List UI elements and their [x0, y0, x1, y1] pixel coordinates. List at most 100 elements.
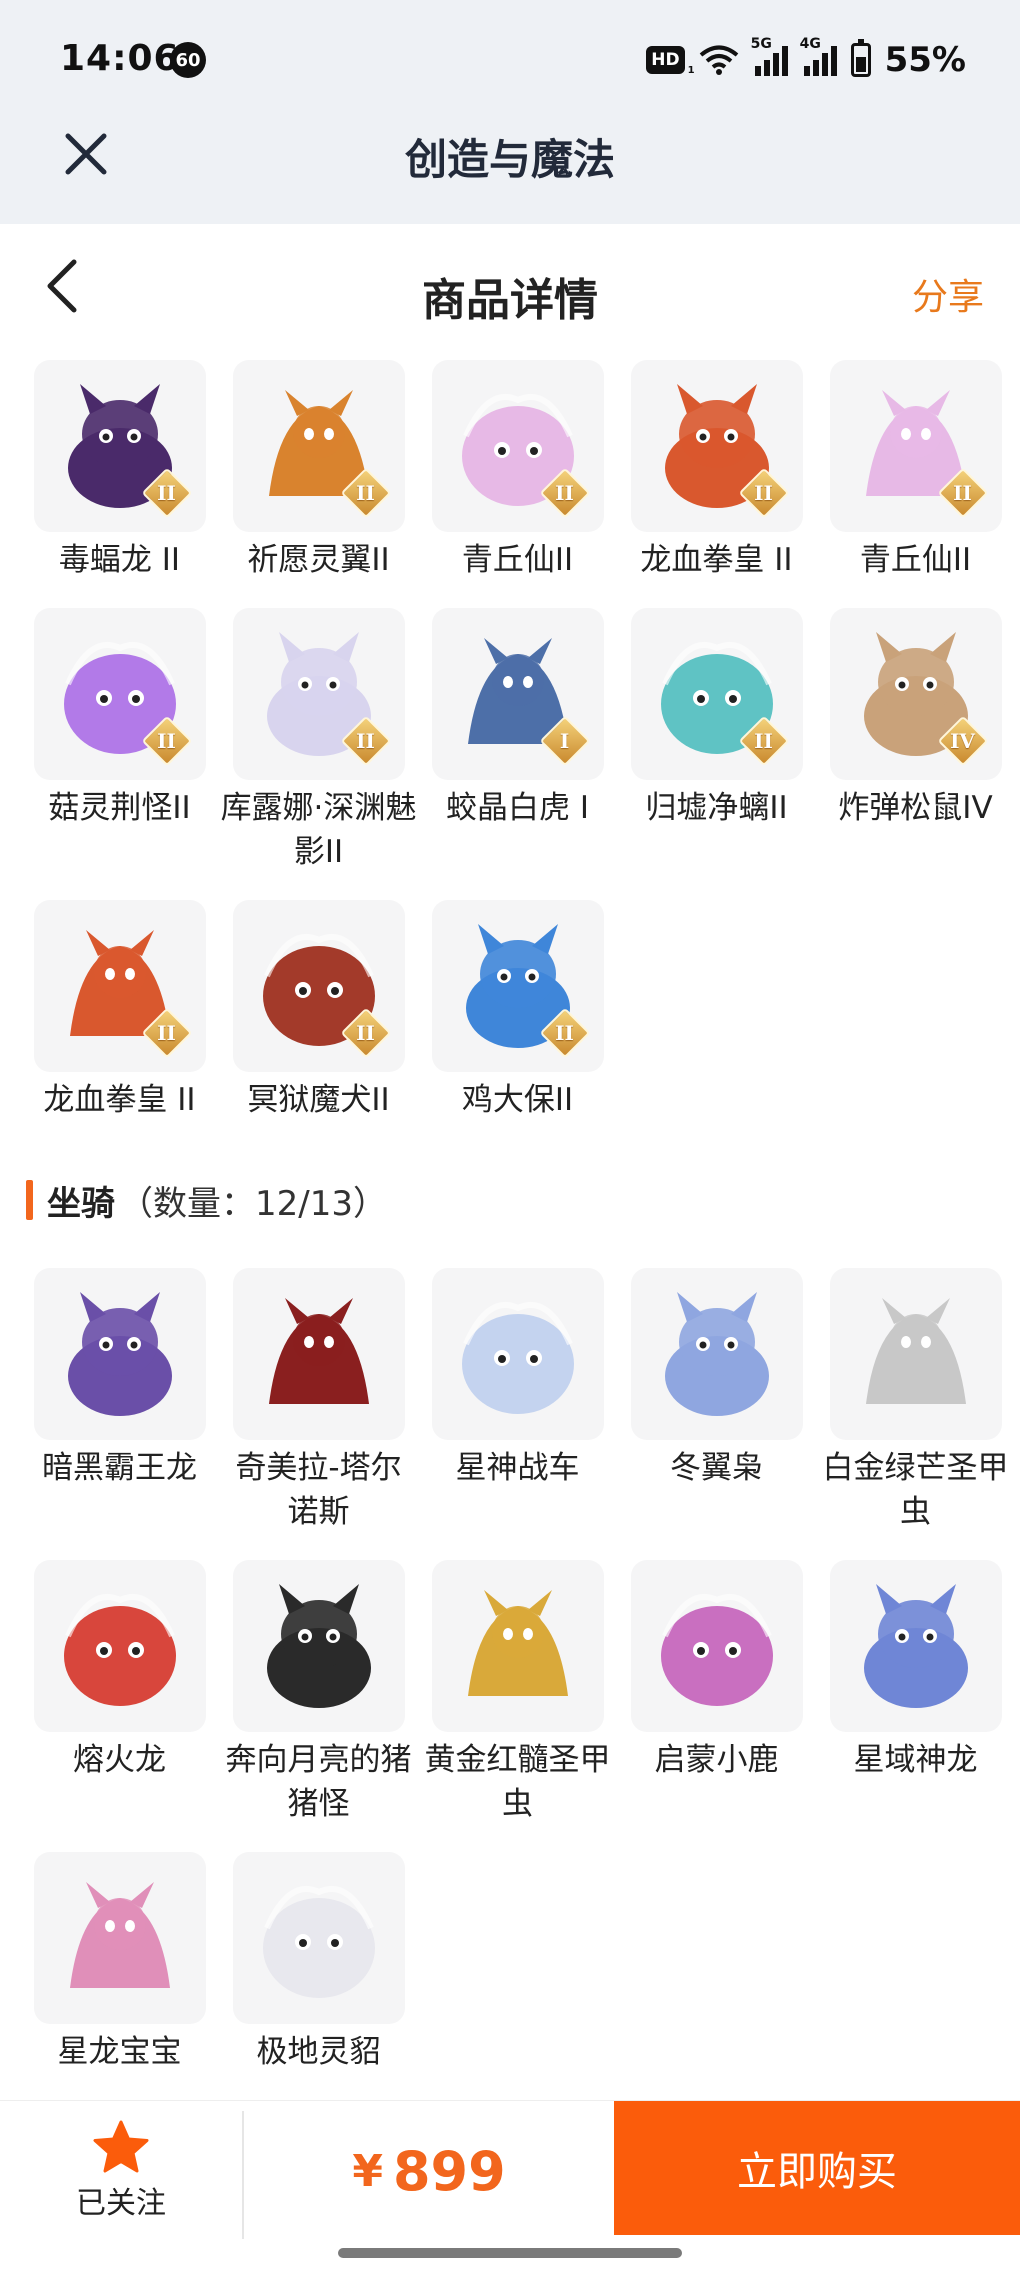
mount-item[interactable]: 冬翼枭	[617, 1268, 816, 1534]
creature-image	[268, 1298, 369, 1404]
pet-item[interactable]: II 毒蝠龙 II	[20, 360, 219, 582]
pet-item[interactable]: II 冥狱魔犬II	[219, 900, 418, 1122]
pet-thumbnail: II	[630, 608, 803, 780]
mount-item[interactable]: 白金绿芒圣甲虫	[816, 1268, 1015, 1534]
mount-label: 黄金红髓圣甲虫	[424, 1742, 611, 1822]
pet-label: 库露娜·深渊魅影II	[220, 790, 417, 870]
pet-item[interactable]: II 青丘仙II	[816, 360, 1015, 582]
mount-label: 星神战车	[455, 1450, 580, 1486]
mount-item[interactable]: 星神战车	[418, 1268, 617, 1534]
pet-label: 毒蝠龙 II	[58, 542, 181, 578]
hd-icon: HD 1	[646, 46, 695, 76]
section-title: 坐骑	[47, 1183, 115, 1224]
mount-thumbnail	[33, 1852, 206, 2024]
tier-badge: II	[141, 715, 192, 767]
pet-item[interactable]: II 归墟净螭II	[617, 608, 816, 874]
pet-item[interactable]: II 库露娜·深渊魅影II	[219, 608, 418, 874]
pet-item[interactable]: II 鸡大保II	[418, 900, 617, 1122]
mount-label: 启蒙小鹿	[654, 1742, 779, 1778]
pet-thumbnail: II	[33, 608, 206, 780]
tier-badge: II	[340, 715, 391, 767]
pet-thumbnail: I	[431, 608, 604, 780]
tier-badge: II	[539, 1007, 590, 1059]
battery-percent: 55%	[884, 40, 966, 80]
pet-item[interactable]: II 龙血拳皇 II	[617, 360, 816, 582]
pet-label: 祈愿灵翼II	[247, 542, 390, 578]
creature-image	[461, 1301, 574, 1414]
creature-image	[660, 1593, 773, 1706]
top-zone: 14:06 60 HD 1 5G 4G 55% 创造与魔法	[0, 0, 1020, 224]
share-button[interactable]: 分享	[912, 268, 984, 320]
pet-item[interactable]: I 蛟晶白虎 I	[418, 608, 617, 874]
pet-item[interactable]: II 龙血拳皇 II	[20, 900, 219, 1122]
pet-label: 青丘仙II	[461, 542, 574, 578]
mount-thumbnail	[232, 1268, 405, 1440]
mount-thumbnail	[232, 1852, 405, 2024]
follow-button[interactable]: 已关注	[0, 2101, 242, 2241]
pet-thumbnail: II	[431, 900, 604, 1072]
mount-item[interactable]: 奔向月亮的猪猪怪	[219, 1560, 418, 1826]
pet-item[interactable]: II 青丘仙II	[418, 360, 617, 582]
mount-item[interactable]: 熔火龙	[20, 1560, 219, 1826]
mount-label: 奇美拉-塔尔诺斯	[235, 1450, 402, 1530]
mount-item[interactable]: 启蒙小鹿	[617, 1560, 816, 1826]
pet-item[interactable]: II 祈愿灵翼II	[219, 360, 418, 582]
mount-label: 奔向月亮的猪猪怪	[225, 1742, 412, 1822]
pet-thumbnail: II	[232, 360, 405, 532]
pet-thumbnail: II	[33, 900, 206, 1072]
pet-label: 龙血拳皇 II	[640, 542, 793, 578]
mount-item[interactable]: 星域神龙	[816, 1560, 1015, 1826]
mount-label: 星域神龙	[853, 1742, 978, 1778]
app-title: 创造与魔法	[404, 135, 615, 184]
pet-thumbnail: II	[829, 360, 1002, 532]
system-icons: HD 1 5G 4G 55%	[646, 36, 966, 82]
creature-image	[467, 1590, 568, 1696]
mount-label: 白金绿芒圣甲虫	[822, 1450, 1009, 1530]
pet-label: 归墟净螭II	[645, 790, 788, 826]
creature-image	[63, 1593, 176, 1706]
mount-item[interactable]: 黄金红髓圣甲虫	[418, 1560, 617, 1826]
pet-thumbnail: II	[33, 360, 206, 532]
mount-label: 极地灵貂	[256, 2034, 381, 2070]
page-title: 商品详情	[422, 275, 598, 326]
status-time: 14:06	[60, 38, 180, 79]
pet-thumbnail: II	[232, 900, 405, 1072]
tier-badge: II	[141, 467, 192, 519]
creature-image	[664, 1292, 769, 1416]
follow-label: 已关注	[76, 2186, 166, 2221]
page-header: 商品详情 分享	[0, 224, 1020, 354]
tier-badge: II	[738, 715, 789, 767]
pet-label: 菇灵荆怪II	[48, 790, 191, 826]
mount-label: 暗黑霸王龙	[42, 1450, 197, 1486]
pet-thumbnail: II	[431, 360, 604, 532]
mount-item[interactable]: 星龙宝宝	[20, 1852, 219, 2074]
buy-now-button[interactable]: 立即购买	[614, 2101, 1020, 2235]
pet-thumbnail: IV	[829, 608, 1002, 780]
signal-5g-icon: 5G	[751, 36, 788, 76]
battery-icon	[850, 39, 871, 77]
mount-thumbnail	[33, 1560, 206, 1732]
mount-thumbnail	[630, 1268, 803, 1440]
mount-item[interactable]: 极地灵貂	[219, 1852, 418, 2074]
mount-label: 星龙宝宝	[57, 2034, 182, 2070]
section-accent-bar	[26, 1180, 33, 1220]
mount-item[interactable]: 暗黑霸王龙	[20, 1268, 219, 1534]
price: ¥ 899	[244, 2101, 614, 2241]
tier-badge: II	[539, 467, 590, 519]
tier-badge: II	[340, 467, 391, 519]
pet-label: 龙血拳皇 II	[43, 1082, 196, 1118]
pet-item[interactable]: IV 炸弹松鼠IV	[816, 608, 1015, 874]
tier-badge: II	[141, 1007, 192, 1059]
mount-thumbnail	[431, 1560, 604, 1732]
status-bar: 14:06 60 HD 1 5G 4G 55%	[0, 0, 1020, 122]
mount-thumbnail	[829, 1560, 1002, 1732]
app-bar: 创造与魔法	[0, 122, 1020, 224]
mount-item[interactable]: 奇美拉-塔尔诺斯	[219, 1268, 418, 1534]
price-currency: ¥	[352, 2145, 383, 2197]
pet-item[interactable]: II 菇灵荆怪II	[20, 608, 219, 874]
tier-badge: II	[738, 467, 789, 519]
creature-image	[863, 1584, 968, 1708]
home-indicator[interactable]	[338, 2248, 682, 2258]
tier-badge: II	[937, 467, 988, 519]
refresh-rate-badge: 60	[170, 42, 206, 78]
